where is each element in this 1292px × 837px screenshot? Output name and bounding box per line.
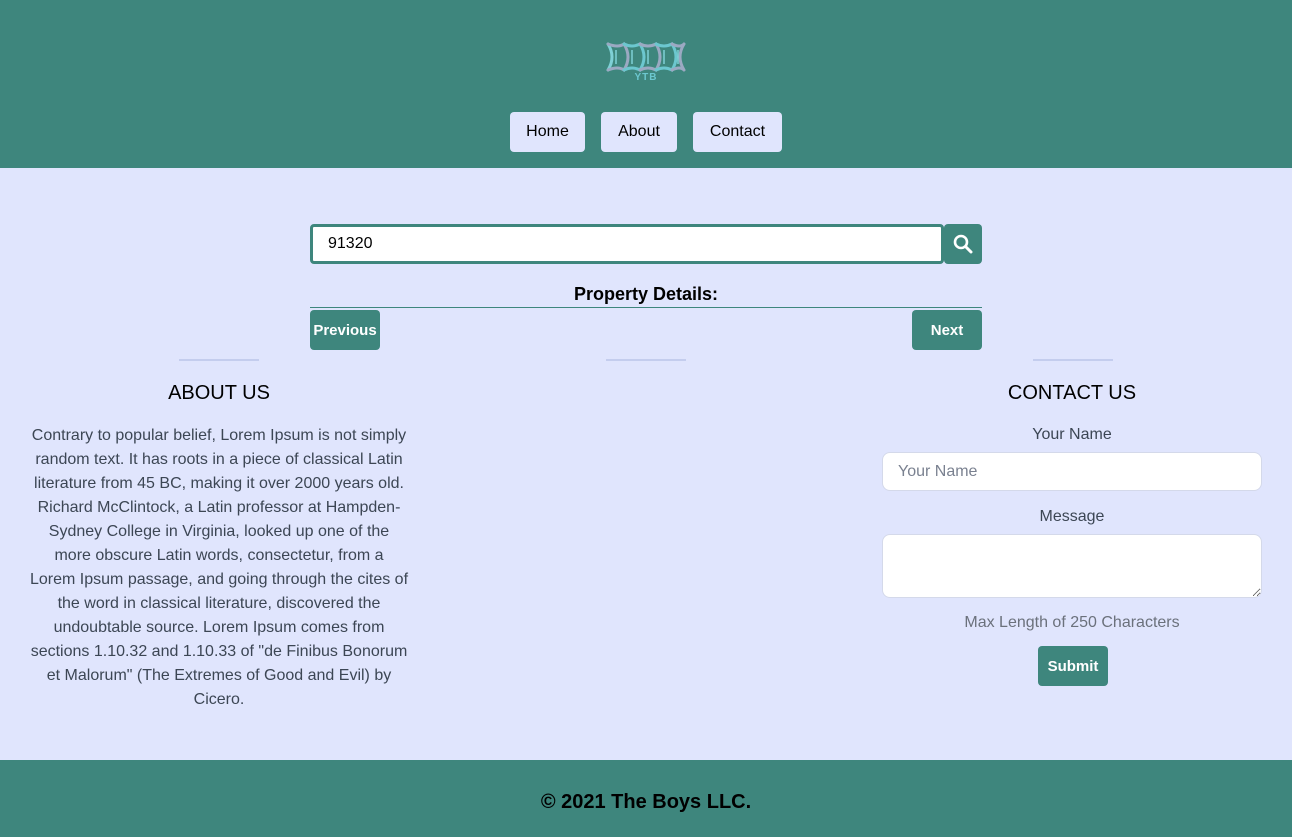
previous-button[interactable]: Previous [310,310,380,350]
message-label: Message [1039,508,1105,525]
name-field[interactable] [882,452,1262,491]
nav-contact-button[interactable]: Contact [693,112,782,152]
contact-heading: CONTACT US [1007,382,1137,404]
about-text: Contrary to popular belief, Lorem Ipsum … [30,427,409,708]
section-divider-left [179,359,259,361]
nav-home-button[interactable]: Home [510,112,585,152]
section-divider-center [606,359,686,361]
copyright-text: © 2021 The Boys LLC. [540,791,752,813]
search-button[interactable] [944,224,982,264]
max-length-note: Max Length of 250 Characters [964,614,1180,631]
name-label: Your Name [1032,426,1112,443]
nav-about-button[interactable]: About [601,112,677,152]
search-icon [953,234,973,254]
about-heading: ABOUT US [168,382,270,404]
dna-logo-icon [606,41,686,73]
section-divider-right [1033,359,1113,361]
next-button[interactable]: Next [912,310,982,350]
property-details-title: Property Details: [573,284,719,304]
submit-button[interactable]: Submit [1038,646,1108,686]
logo-text: YTB [634,72,658,83]
site-header: YTB Home About Contact [0,0,1292,168]
search-input[interactable] [310,224,944,264]
details-divider [310,307,982,308]
site-footer: © 2021 The Boys LLC. [0,760,1292,837]
message-field[interactable] [882,534,1262,598]
logo[interactable]: YTB [604,40,688,86]
